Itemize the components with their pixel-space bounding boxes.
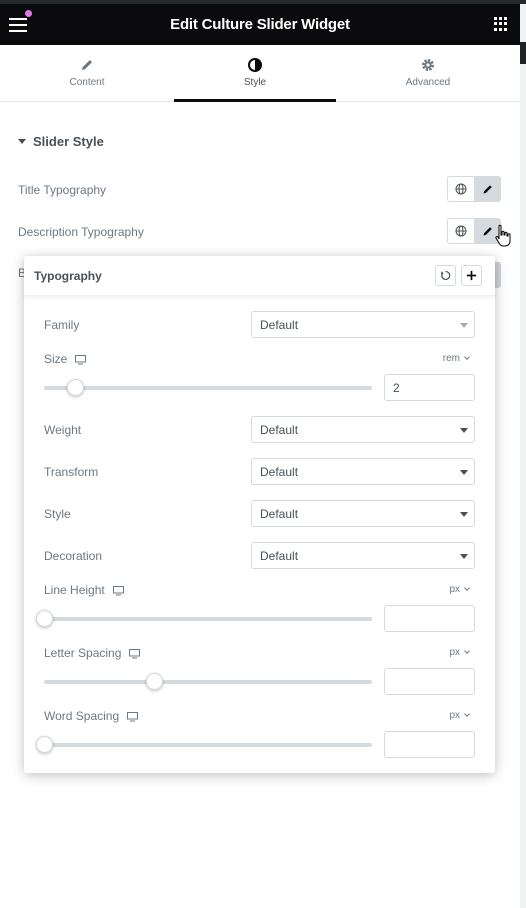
weight-label: Weight	[44, 423, 82, 437]
transform-label: Transform	[44, 465, 99, 479]
contrast-icon	[248, 58, 262, 72]
line-height-unit-select[interactable]: px	[449, 584, 470, 595]
desktop-icon[interactable]	[112, 586, 124, 596]
mouse-pointer-icon	[495, 224, 511, 247]
popover-header: Typography	[24, 256, 495, 296]
section-slider-style[interactable]: Slider Style	[18, 134, 104, 149]
tab-content[interactable]: Content	[0, 45, 174, 102]
globe-icon[interactable]	[448, 219, 474, 243]
letter-spacing-input[interactable]	[384, 668, 475, 695]
panel-title: Edit Culture Slider Widget	[170, 16, 350, 33]
globe-icon[interactable]	[448, 177, 474, 201]
chevron-down-icon	[464, 711, 470, 717]
line-height-label: Line Height	[44, 583, 124, 597]
tab-advanced[interactable]: Advanced	[336, 45, 520, 102]
edit-pencil-icon[interactable]	[474, 177, 500, 201]
description-typography-label: Description Typography	[18, 225, 144, 239]
weight-select[interactable]: Default	[251, 416, 475, 443]
chevron-down-icon	[460, 428, 468, 433]
chevron-down-icon	[464, 648, 470, 654]
size-unit-select[interactable]: rem	[443, 353, 470, 364]
slider-handle[interactable]	[145, 673, 163, 690]
title-typography-label: Title Typography	[18, 183, 107, 197]
family-value: Default	[260, 318, 299, 332]
chevron-down-icon	[460, 323, 468, 328]
transform-value: Default	[260, 465, 299, 479]
slider-handle[interactable]	[36, 610, 53, 627]
slider-handle[interactable]	[67, 379, 85, 396]
grid-icon[interactable]	[494, 17, 508, 31]
desktop-icon[interactable]	[75, 355, 87, 365]
tab-style[interactable]: Style	[174, 45, 336, 102]
style-select[interactable]: Default	[251, 500, 475, 527]
section-title-text: Slider Style	[33, 134, 104, 149]
popover-title: Typography	[34, 269, 102, 283]
letter-spacing-unit-select[interactable]: px	[449, 647, 470, 658]
editor-header: Edit Culture Slider Widget	[0, 4, 520, 45]
chevron-down-icon	[464, 354, 470, 360]
word-spacing-input[interactable]	[384, 731, 475, 758]
chevron-down-icon	[460, 554, 468, 559]
word-spacing-unit-select[interactable]: px	[449, 710, 470, 721]
title-typography-buttons	[447, 176, 501, 202]
letter-spacing-slider[interactable]	[44, 673, 372, 690]
caret-down-icon	[18, 139, 26, 144]
canvas-edge	[520, 4, 526, 908]
style-value: Default	[260, 507, 299, 521]
desktop-icon[interactable]	[127, 712, 139, 722]
tab-label: Advanced	[405, 77, 451, 88]
typography-popover: Typography Family Default Size rem 2 Wei…	[24, 256, 495, 773]
pencil-icon	[82, 60, 92, 70]
decoration-label: Decoration	[44, 549, 103, 563]
weight-value: Default	[260, 423, 299, 437]
decoration-value: Default	[260, 549, 299, 563]
transform-select[interactable]: Default	[251, 458, 475, 485]
panel-tabs: Content Style Advanced	[0, 45, 520, 102]
chevron-down-icon	[460, 470, 468, 475]
word-spacing-slider[interactable]	[36, 736, 372, 753]
line-height-slider[interactable]	[36, 610, 372, 627]
tab-label: Style	[243, 77, 267, 88]
size-input[interactable]: 2	[384, 374, 475, 401]
decoration-select[interactable]: Default	[251, 542, 475, 569]
tab-label: Content	[69, 77, 105, 88]
letter-spacing-label: Letter Spacing	[44, 646, 141, 660]
word-spacing-label: Word Spacing	[44, 709, 139, 723]
family-label: Family	[44, 318, 80, 332]
reset-icon[interactable]	[435, 265, 456, 286]
size-label: Size	[44, 352, 87, 366]
desktop-icon[interactable]	[129, 649, 141, 659]
style-label: Style	[44, 507, 71, 521]
slider-handle[interactable]	[36, 736, 53, 753]
chevron-down-icon	[464, 585, 470, 591]
family-select[interactable]: Default	[251, 311, 475, 338]
line-height-input[interactable]	[384, 605, 475, 632]
gear-icon	[422, 59, 434, 71]
plus-icon[interactable]	[461, 265, 482, 286]
chevron-down-icon	[460, 512, 468, 517]
size-slider[interactable]	[44, 379, 372, 396]
